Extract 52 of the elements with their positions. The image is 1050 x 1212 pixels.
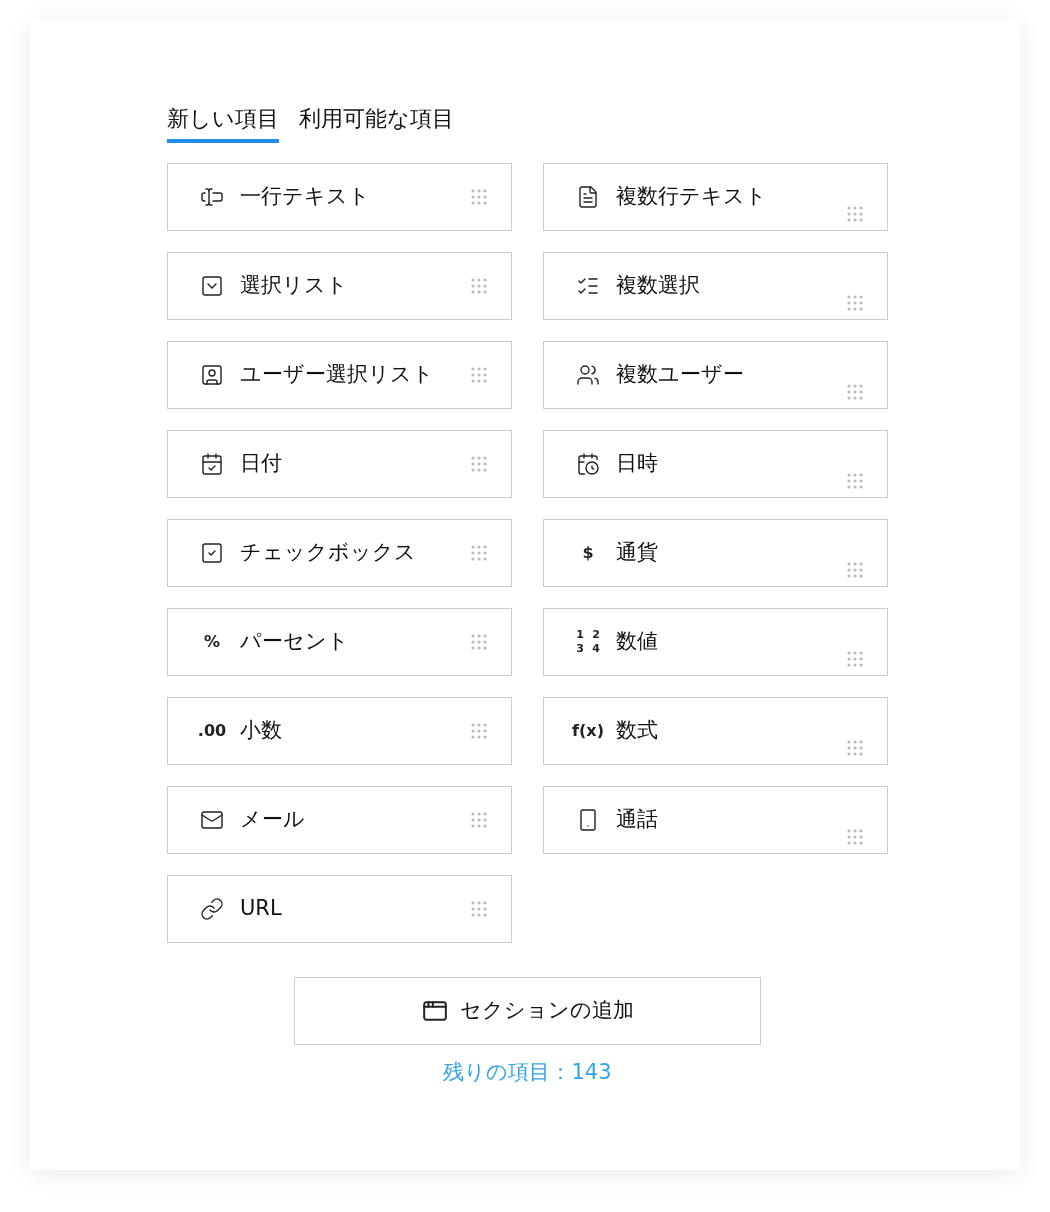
drag-handle-icon [847, 740, 863, 756]
drag-handle-icon [847, 206, 863, 222]
field-type-button[interactable]: 通話 [543, 786, 888, 854]
field-type-button[interactable]: 複数ユーザー [543, 341, 888, 409]
drag-handle-icon [471, 278, 487, 294]
drag-handle-icon [847, 473, 863, 489]
link-icon [200, 897, 224, 921]
drag-handle-icon [471, 901, 487, 917]
dropdown-icon [200, 274, 224, 298]
field-type-button[interactable]: 複数選択 [543, 252, 888, 320]
field-type-button[interactable]: URL [167, 875, 512, 943]
glyph-icon: $ [582, 541, 594, 565]
drag-handle-icon [847, 295, 863, 311]
field-type-button[interactable]: % パーセント [167, 608, 512, 676]
field-type-button[interactable]: $ 通貨 [543, 519, 888, 587]
drag-handle-icon [471, 545, 487, 561]
glyph-icon: .00 [197, 719, 227, 743]
glyph-icon: % [204, 630, 220, 654]
checkbox-icon [200, 541, 224, 565]
drag-handle-icon [471, 367, 487, 383]
field-type-button[interactable]: 一行テキスト [167, 163, 512, 231]
add-section-button[interactable]: セクションの追加 [294, 977, 761, 1045]
calendar-check-icon [200, 452, 224, 476]
tab[interactable]: 新しい項目 [167, 102, 279, 143]
field-type-button[interactable]: 日時 [543, 430, 888, 498]
remaining-count: 残りの項目：143 [443, 1059, 612, 1086]
field-type-button[interactable]: 複数行テキスト [543, 163, 888, 231]
calendar-clock-icon [576, 452, 600, 476]
field-type-button[interactable]: チェックボックス [167, 519, 512, 587]
field-type-button[interactable]: 1 2 3 4 数値 [543, 608, 888, 676]
field-type-button[interactable]: 日付 [167, 430, 512, 498]
drag-handle-icon [847, 829, 863, 845]
users-icon [576, 363, 600, 387]
field-type-button[interactable]: メール [167, 786, 512, 854]
drag-handle-icon [847, 384, 863, 400]
field-type-button[interactable]: ユーザー選択リスト [167, 341, 512, 409]
drag-handle-icon [847, 651, 863, 667]
drag-handle-icon [471, 812, 487, 828]
drag-handle-icon [471, 634, 487, 650]
tab[interactable]: 利用可能な項目 [299, 102, 454, 143]
number-icon: 1 2 3 4 [572, 628, 604, 656]
drag-handle-icon [471, 189, 487, 205]
text-cursor-icon [200, 185, 224, 209]
mail-icon [200, 808, 224, 832]
drag-handle-icon [847, 562, 863, 578]
user-icon [200, 363, 224, 387]
field-type-button[interactable]: .00 小数 [167, 697, 512, 765]
drag-handle-icon [471, 723, 487, 739]
drag-handle-icon [471, 456, 487, 472]
glyph-icon: f(x) [572, 719, 604, 743]
field-type-button[interactable]: f(x) 数式 [543, 697, 888, 765]
field-type-button[interactable]: 選択リスト [167, 252, 512, 320]
